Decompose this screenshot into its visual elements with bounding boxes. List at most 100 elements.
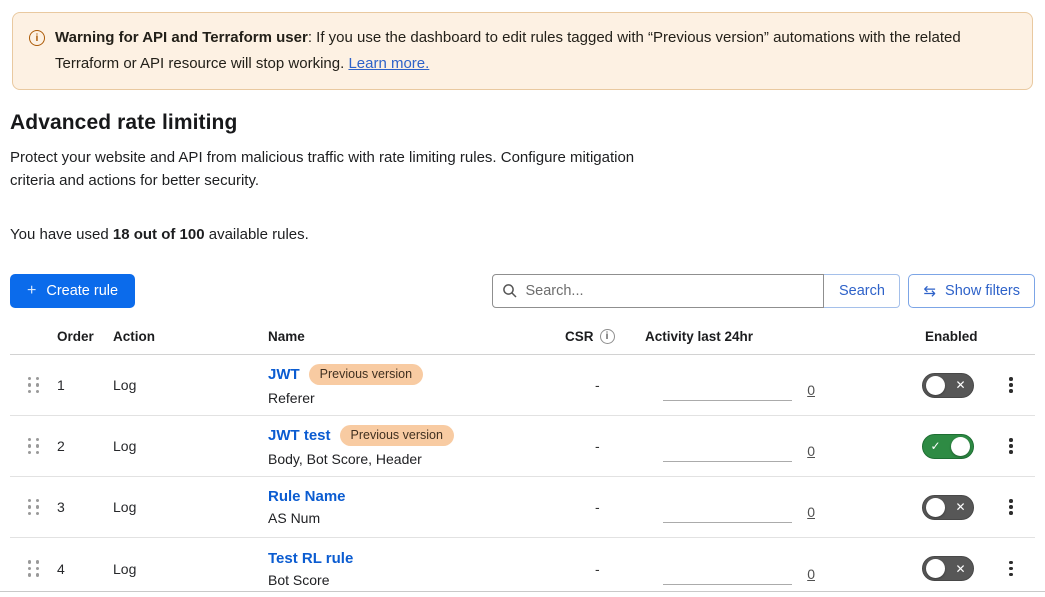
rules-table: Order Action Name CSRi Activity last 24h… bbox=[10, 329, 1035, 597]
search-button[interactable]: Search bbox=[824, 274, 900, 308]
header-order: Order bbox=[57, 329, 113, 344]
order-cell: 3 bbox=[57, 499, 113, 515]
show-filters-button[interactable]: ⇆ Show filters bbox=[908, 274, 1035, 308]
action-cell: Log bbox=[113, 377, 268, 393]
row-menu-cell bbox=[987, 433, 1035, 459]
create-rule-button[interactable]: + Create rule bbox=[10, 274, 135, 308]
rate-limiting-page: i Warning for API and Terraform user: If… bbox=[0, 0, 1045, 597]
activity-count-link[interactable]: 0 bbox=[807, 382, 815, 398]
enabled-cell: ✕ bbox=[835, 373, 987, 398]
previous-version-badge: Previous version bbox=[340, 425, 454, 446]
row-menu-cell bbox=[987, 494, 1035, 520]
kebab-menu-icon[interactable] bbox=[1001, 494, 1021, 520]
learn-more-link[interactable]: Learn more. bbox=[348, 55, 429, 72]
row-menu-cell bbox=[987, 556, 1035, 582]
order-cell: 2 bbox=[57, 438, 113, 454]
activity-cell: 0 bbox=[645, 355, 835, 415]
table-body: 1 Log JWT Previous version Referer - 0 ✕ bbox=[10, 355, 1035, 597]
page-description: Protect your website and API from malici… bbox=[10, 146, 635, 192]
table-row: 4 Log Test RL rule Bot Score - 0 ✕ bbox=[10, 538, 1035, 597]
table-row: 2 Log JWT test Previous version Body, Bo… bbox=[10, 416, 1035, 477]
header-csr-label: CSR bbox=[565, 329, 594, 344]
page-title: Advanced rate limiting bbox=[10, 111, 1035, 135]
bottom-divider bbox=[0, 591, 1045, 592]
order-cell: 1 bbox=[57, 377, 113, 393]
drag-handle-icon[interactable] bbox=[26, 434, 42, 458]
rule-criteria: AS Num bbox=[268, 510, 565, 526]
kebab-menu-icon[interactable] bbox=[1001, 556, 1021, 582]
toggle-knob bbox=[926, 498, 945, 517]
enabled-toggle[interactable]: ✕ bbox=[922, 495, 974, 520]
warning-info-icon: i bbox=[29, 30, 45, 46]
action-cell: Log bbox=[113, 499, 268, 515]
usage-suffix: available rules. bbox=[205, 226, 309, 243]
name-cell: Test RL rule Bot Score bbox=[268, 550, 565, 588]
toggle-state-icon: ✕ bbox=[951, 378, 970, 392]
toggle-state-icon: ✕ bbox=[951, 562, 970, 576]
drag-handle-cell bbox=[10, 434, 57, 458]
activity-cell: 0 bbox=[645, 477, 835, 537]
warning-title: Warning for API and Terraform user bbox=[55, 29, 308, 46]
header-csr: CSR i bbox=[565, 329, 645, 344]
csr-info-icon[interactable]: i bbox=[600, 329, 615, 344]
activity-sparkline bbox=[663, 400, 792, 401]
activity-sparkline bbox=[663, 584, 792, 585]
toolbar-right: Search ⇆ Show filters bbox=[492, 274, 1035, 308]
drag-handle-cell bbox=[10, 495, 57, 519]
name-cell: JWT Previous version Referer bbox=[268, 364, 565, 406]
rule-name-link[interactable]: JWT test bbox=[268, 427, 331, 444]
toggle-state-icon: ✓ bbox=[926, 439, 945, 453]
rule-name-link[interactable]: JWT bbox=[268, 366, 300, 383]
kebab-menu-icon[interactable] bbox=[1001, 433, 1021, 459]
toolbar: + Create rule Search ⇆ Show filters bbox=[10, 274, 1035, 308]
search-input[interactable] bbox=[492, 274, 824, 308]
swap-arrows-icon: ⇆ bbox=[923, 282, 936, 300]
csr-cell: - bbox=[565, 438, 645, 454]
create-rule-label: Create rule bbox=[46, 283, 118, 299]
csr-cell: - bbox=[565, 561, 645, 577]
name-cell: JWT test Previous version Body, Bot Scor… bbox=[268, 425, 565, 467]
table-header-row: Order Action Name CSRi Activity last 24h… bbox=[10, 329, 1035, 355]
kebab-menu-icon[interactable] bbox=[1001, 372, 1021, 398]
usage-count: 18 out of 100 bbox=[113, 226, 205, 243]
drag-handle-icon[interactable] bbox=[26, 373, 42, 397]
csr-cell: - bbox=[565, 377, 645, 393]
usage-prefix: You have used bbox=[10, 226, 113, 243]
toggle-knob bbox=[926, 376, 945, 395]
header-name: Name bbox=[268, 329, 565, 344]
drag-handle-icon[interactable] bbox=[26, 556, 42, 580]
search-icon bbox=[502, 283, 518, 299]
action-cell: Log bbox=[113, 561, 268, 577]
usage-summary: You have used 18 out of 100 available ru… bbox=[10, 226, 1035, 243]
name-cell: Rule Name AS Num bbox=[268, 488, 565, 526]
toggle-knob bbox=[926, 559, 945, 578]
table-row: 1 Log JWT Previous version Referer - 0 ✕ bbox=[10, 355, 1035, 416]
activity-count-link[interactable]: 0 bbox=[807, 566, 815, 582]
activity-cell: 0 bbox=[645, 416, 835, 476]
rule-criteria: Referer bbox=[268, 390, 565, 406]
enabled-toggle[interactable]: ✕ bbox=[922, 556, 974, 581]
table-row: 3 Log Rule Name AS Num - 0 ✕ bbox=[10, 477, 1035, 538]
enabled-cell: ✕ bbox=[835, 556, 987, 581]
rule-criteria: Bot Score bbox=[268, 572, 565, 588]
header-enabled: Enabled bbox=[835, 329, 987, 344]
rule-name-link[interactable]: Rule Name bbox=[268, 488, 346, 505]
activity-sparkline bbox=[663, 461, 792, 462]
previous-version-badge: Previous version bbox=[309, 364, 423, 385]
order-cell: 4 bbox=[57, 561, 113, 577]
plus-icon: + bbox=[27, 282, 36, 300]
show-filters-label: Show filters bbox=[945, 283, 1020, 299]
action-cell: Log bbox=[113, 438, 268, 454]
rule-name-link[interactable]: Test RL rule bbox=[268, 550, 353, 567]
enabled-toggle[interactable]: ✕ bbox=[922, 373, 974, 398]
search-group: Search bbox=[492, 274, 900, 308]
activity-count-link[interactable]: 0 bbox=[807, 443, 815, 459]
enabled-cell: ✓ bbox=[835, 434, 987, 459]
drag-handle-cell bbox=[10, 373, 57, 397]
rule-criteria: Body, Bot Score, Header bbox=[268, 451, 565, 467]
enabled-toggle[interactable]: ✓ bbox=[922, 434, 974, 459]
toggle-knob bbox=[951, 437, 970, 456]
drag-handle-icon[interactable] bbox=[26, 495, 42, 519]
activity-count-link[interactable]: 0 bbox=[807, 504, 815, 520]
warning-text: Warning for API and Terraform user: If y… bbox=[55, 25, 1014, 77]
